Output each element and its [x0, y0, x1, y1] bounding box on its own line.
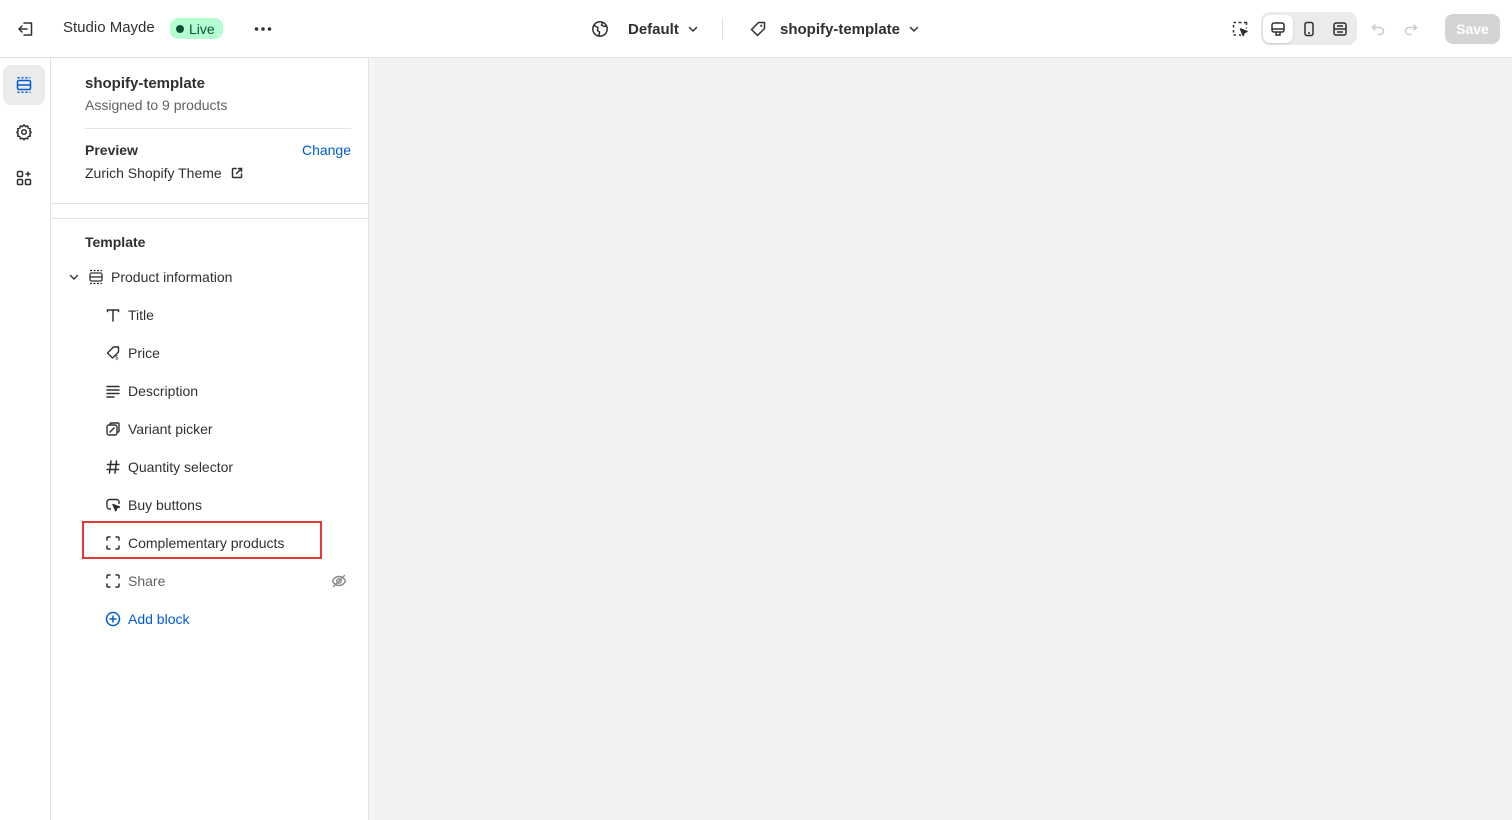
block-label: Buy buttons	[128, 497, 202, 513]
chevron-down-icon	[688, 26, 698, 33]
block-label: Title	[128, 307, 154, 323]
live-dot-icon	[176, 24, 184, 33]
rail-apps-button[interactable]	[3, 158, 45, 198]
block-label: Variant picker	[128, 421, 213, 437]
apps-icon	[16, 170, 32, 186]
block-label: Quantity selector	[128, 459, 234, 475]
block-share[interactable]: Share	[105, 569, 165, 593]
hidden-eye-icon[interactable]	[330, 572, 348, 590]
divider	[51, 218, 368, 219]
hashtag-icon	[105, 459, 121, 475]
redo-icon	[1404, 24, 1418, 36]
dashed-frame-icon	[105, 535, 121, 551]
redo-button[interactable]	[1399, 17, 1423, 41]
template-selector[interactable]: shopify-template	[748, 17, 920, 41]
block-complementary-products[interactable]: Complementary products	[105, 531, 284, 555]
dashed-frame-icon	[105, 573, 121, 589]
exit-icon[interactable]	[14, 17, 38, 41]
block-title[interactable]: Title	[105, 303, 154, 327]
block-description[interactable]: Description	[105, 379, 198, 403]
buy-button-icon	[105, 497, 121, 513]
block-buy-buttons[interactable]: Buy buttons	[105, 493, 202, 517]
save-button[interactable]: Save	[1445, 14, 1500, 44]
variant-icon	[105, 421, 121, 437]
plus-circle-icon	[105, 611, 121, 627]
block-variant-picker[interactable]: Variant picker	[105, 417, 213, 441]
desktop-view-button[interactable]	[1263, 14, 1293, 43]
inspector-icon	[1232, 21, 1248, 37]
preview-theme-link[interactable]: Zurich Shopify Theme	[85, 165, 244, 181]
block-label: Description	[128, 383, 199, 399]
left-rail	[0, 58, 51, 820]
block-quantity-selector[interactable]: Quantity selector	[105, 455, 233, 479]
undo-button[interactable]	[1366, 17, 1390, 41]
block-price[interactable]: $ Price	[105, 341, 160, 365]
mobile-icon	[1304, 21, 1314, 36]
device-preview-toggle	[1261, 12, 1357, 45]
divider	[85, 128, 351, 129]
section-product-information[interactable]: Product information	[67, 265, 232, 289]
preview-theme-name: Zurich Shopify Theme	[85, 165, 222, 181]
ellipsis-icon	[254, 27, 272, 31]
fullscreen-view-button[interactable]	[1325, 15, 1355, 43]
block-label: Share	[128, 573, 166, 589]
mobile-view-button[interactable]	[1294, 15, 1324, 43]
desktop-icon	[1271, 21, 1285, 36]
undo-icon	[1371, 24, 1385, 36]
svg-text:$: $	[115, 355, 119, 362]
store-name: Studio Mayde	[63, 19, 155, 36]
canvas-edge	[369, 58, 375, 820]
price-tag-icon: $	[105, 345, 121, 361]
divider	[51, 203, 368, 204]
add-block-button[interactable]: Add block	[105, 607, 189, 631]
sections-icon	[16, 77, 32, 93]
template-section-label: Template	[85, 234, 146, 250]
rail-sections-button[interactable]	[3, 65, 45, 105]
toolbar-divider	[722, 18, 723, 40]
section-icon	[87, 269, 105, 285]
tag-icon	[750, 21, 766, 37]
status-badge: Live	[170, 18, 223, 39]
inspector-button[interactable]	[1228, 17, 1252, 41]
more-actions-button[interactable]	[250, 16, 276, 42]
chevron-down-icon	[909, 26, 919, 33]
text-align-icon	[105, 383, 121, 399]
chevron-down-icon[interactable]	[67, 271, 81, 283]
template-name: shopify-template	[85, 75, 206, 92]
section-label: Product information	[111, 269, 233, 285]
template-panel: shopify-template Assigned to 9 products …	[51, 58, 369, 820]
language-selector-label: Default	[628, 20, 679, 38]
top-bar: Studio Mayde Live Default shopify-templa…	[0, 0, 1512, 58]
template-selector-label: shopify-template	[780, 20, 901, 38]
rail-settings-button[interactable]	[3, 112, 45, 152]
change-preview-link[interactable]: Change	[302, 142, 351, 158]
block-label: Price	[128, 345, 160, 361]
add-block-label: Add block	[128, 611, 190, 627]
preview-label: Preview	[85, 142, 138, 158]
status-badge-label: Live	[189, 20, 215, 37]
block-label: Complementary products	[128, 535, 285, 551]
preview-canvas[interactable]	[369, 58, 1512, 820]
template-assigned-text: Assigned to 9 products	[85, 97, 228, 113]
language-selector[interactable]: Default	[590, 17, 699, 41]
external-link-icon	[231, 167, 242, 179]
full-width-icon	[1333, 21, 1347, 36]
globe-icon	[592, 21, 608, 37]
text-icon	[105, 307, 121, 323]
gear-icon	[16, 124, 32, 141]
